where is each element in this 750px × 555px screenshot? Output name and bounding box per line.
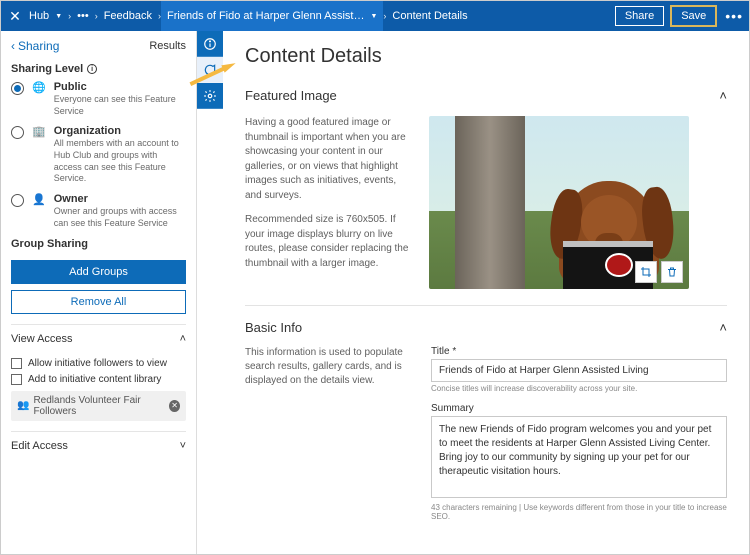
group-sharing-label: Group Sharing: [11, 238, 186, 250]
page-title: Content Details: [245, 45, 727, 68]
radio-icon[interactable]: [11, 82, 24, 95]
add-library-checkbox[interactable]: Add to initiative content library: [11, 374, 186, 385]
group-chip: 👥 Redlands Volunteer Fair Followers ✕: [11, 391, 186, 421]
title-input[interactable]: [431, 359, 727, 382]
crumb-content-details[interactable]: Content Details: [386, 1, 473, 31]
chevron-right-icon: ›: [95, 11, 98, 21]
globe-icon: 🌐: [32, 81, 46, 94]
caret-down-icon: ▼: [370, 13, 377, 20]
sharing-public[interactable]: 🌐 Public Everyone can see this Feature S…: [11, 81, 186, 117]
add-groups-button[interactable]: Add Groups: [11, 260, 186, 284]
featured-image-section[interactable]: Featured Image ˄: [245, 82, 727, 110]
people-icon: 👥: [17, 400, 29, 411]
vertical-tabs: [197, 31, 223, 554]
allow-followers-checkbox[interactable]: Allow initiative followers to view: [11, 358, 186, 369]
crumb-item[interactable]: Friends of Fido at Harper Glenn Assist…▼: [161, 1, 383, 31]
save-button[interactable]: Save: [670, 5, 717, 27]
crop-image-button[interactable]: [635, 261, 657, 283]
sidebar: ‹ Sharing Results Sharing Level i 🌐 Publ…: [1, 31, 197, 554]
checkbox-icon[interactable]: [11, 374, 22, 385]
content-panel: Content Details Featured Image ˄ Having …: [223, 31, 749, 554]
info-icon[interactable]: i: [87, 64, 97, 74]
chevron-down-icon: ˅: [180, 440, 186, 452]
crumb-hub[interactable]: Hub▼: [23, 1, 68, 31]
crumb-feedback[interactable]: Feedback: [98, 1, 158, 31]
close-icon[interactable]: ✕: [7, 8, 23, 25]
back-sharing[interactable]: ‹ Sharing: [11, 39, 59, 53]
radio-icon[interactable]: [11, 126, 24, 139]
edit-access-accordion[interactable]: Edit Access ˅: [11, 431, 186, 460]
crumb-ellipsis[interactable]: •••: [71, 1, 95, 31]
checkbox-icon[interactable]: [11, 358, 22, 369]
remove-chip-icon[interactable]: ✕: [169, 400, 180, 412]
results-label: Results: [149, 40, 186, 52]
chevron-right-icon: ›: [383, 11, 386, 21]
share-button[interactable]: Share: [615, 6, 664, 26]
featured-image: [429, 116, 727, 289]
tab-info[interactable]: [197, 31, 223, 57]
chevron-up-icon: ˄: [719, 88, 727, 103]
featured-image-help: Having a good featured image or thumbnai…: [245, 116, 415, 289]
tab-settings[interactable]: [197, 83, 223, 109]
person-icon: 👤: [32, 193, 46, 206]
basic-info-section[interactable]: Basic Info ˄: [245, 314, 727, 342]
top-nav: ✕ Hub▼ › ••• › Feedback › Friends of Fid…: [1, 1, 749, 31]
summary-textarea[interactable]: [431, 416, 727, 498]
chevron-left-icon: ‹: [11, 39, 15, 53]
chevron-right-icon: ›: [68, 11, 71, 21]
summary-hint: 43 characters remaining | Use keywords d…: [431, 503, 727, 521]
thumbnail-preview: [429, 116, 689, 289]
chevron-right-icon: ›: [158, 11, 161, 21]
remove-all-button[interactable]: Remove All: [11, 290, 186, 314]
building-icon: 🏢: [32, 125, 46, 138]
caret-down-icon: ▼: [55, 13, 62, 20]
sharing-owner[interactable]: 👤 Owner Owner and groups with access can…: [11, 193, 186, 229]
radio-icon[interactable]: [11, 194, 24, 207]
basic-info-help: This information is used to populate sea…: [245, 346, 415, 521]
delete-image-button[interactable]: [661, 261, 683, 283]
title-label: Title *: [431, 346, 727, 357]
summary-label: Summary: [431, 403, 727, 414]
chevron-up-icon: ˄: [180, 333, 186, 345]
chevron-up-icon: ˄: [719, 320, 727, 335]
title-hint: Concise titles will increase discoverabi…: [431, 384, 727, 393]
sharing-level-label: Sharing Level i: [11, 63, 186, 75]
sharing-organization[interactable]: 🏢 Organization All members with an accou…: [11, 125, 186, 185]
view-access-accordion[interactable]: View Access ˄: [11, 324, 186, 353]
more-menu-icon[interactable]: •••: [725, 8, 743, 24]
